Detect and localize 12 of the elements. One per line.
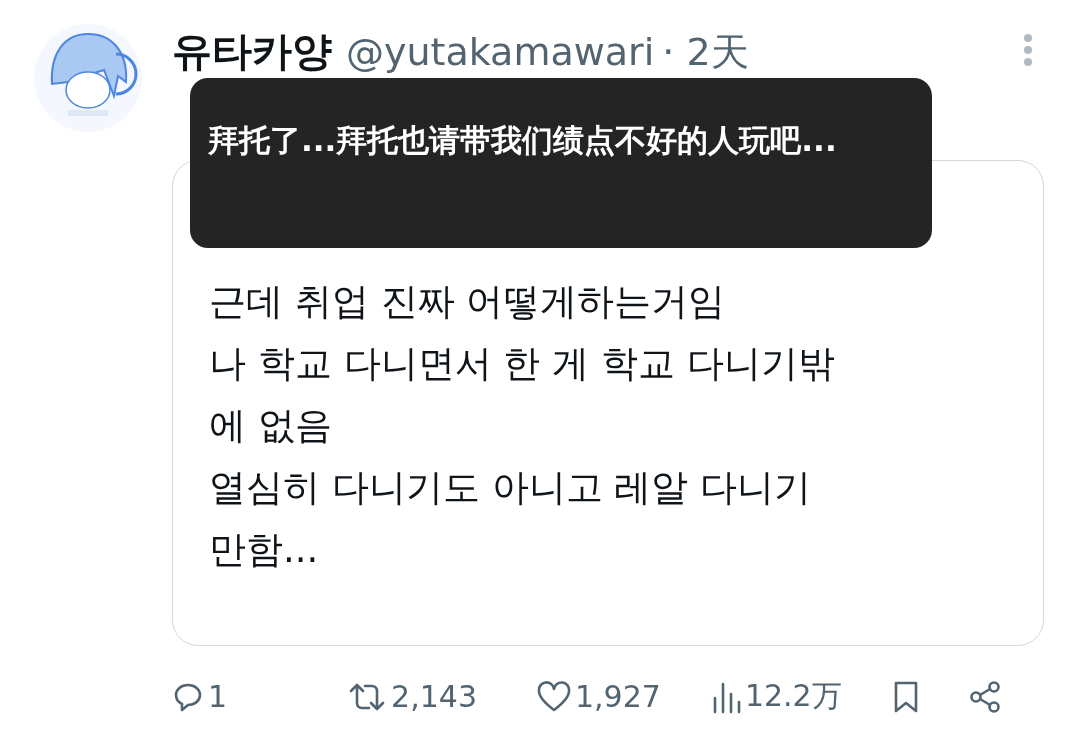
- retweet-button[interactable]: 2,143: [347, 679, 477, 714]
- quoted-post-text: 근데 취업 진짜 어떻게하는거임 나 학교 다니면서 한 게 학교 다니기밖 에 없음 열심히 다니기도 아니고 레알 다니기 만함...: [209, 279, 836, 573]
- share-button[interactable]: [967, 679, 1002, 714]
- share-icon: [967, 679, 1002, 714]
- post-time: · 2天: [662, 29, 749, 76]
- views-button[interactable]: 12.2万: [710, 676, 842, 717]
- author-handle[interactable]: @yutakamawari: [346, 30, 655, 74]
- heart-icon: [537, 680, 571, 713]
- author-name[interactable]: 유타카양: [172, 24, 332, 79]
- translation-text: 拜托了...拜托也请带我们绩点不好的人玩吧...: [208, 121, 838, 160]
- like-button[interactable]: 1,927: [537, 679, 661, 714]
- reply-button[interactable]: 1: [172, 679, 228, 714]
